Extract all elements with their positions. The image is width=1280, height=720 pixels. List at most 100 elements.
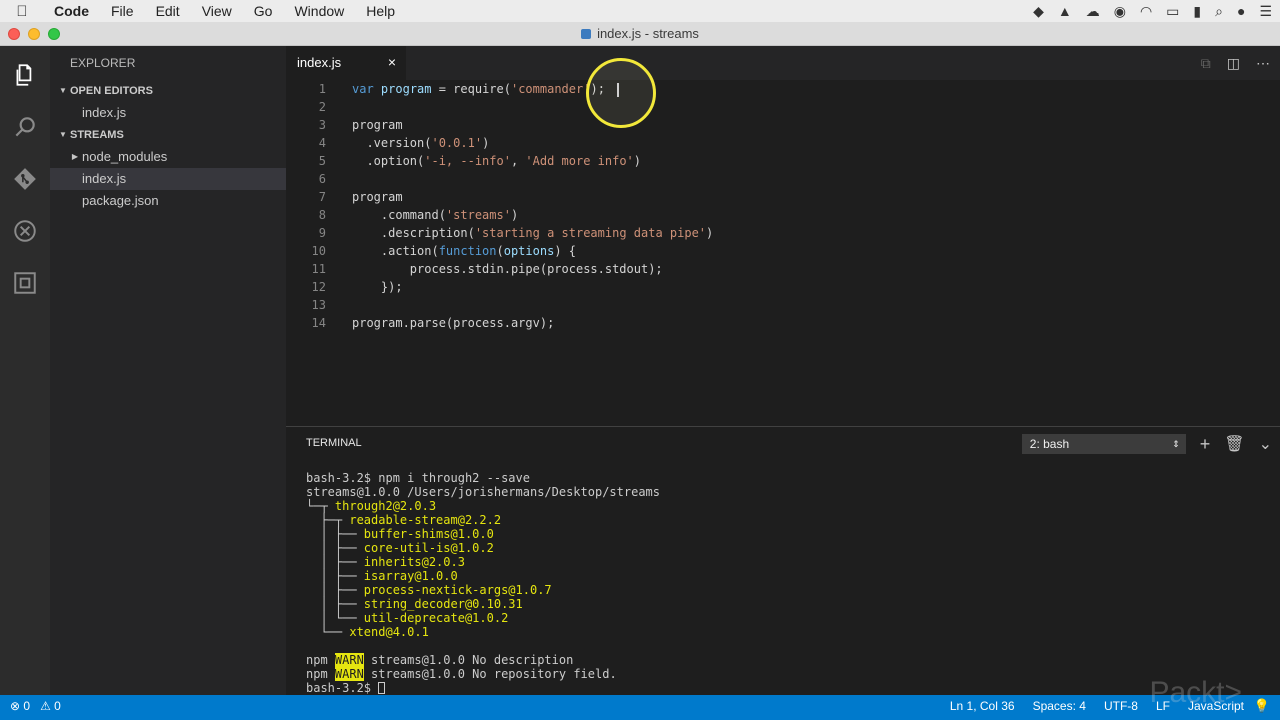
explorer-icon[interactable]: [0, 52, 50, 98]
panel-title[interactable]: TERMINAL: [306, 437, 362, 449]
spotlight-icon[interactable]: ⌕: [1215, 3, 1223, 20]
code-line[interactable]: 12 });: [286, 278, 1280, 296]
code-token: ): [482, 136, 490, 150]
window-title-bar: index.js - streams: [0, 22, 1280, 46]
terminal-text: ├─┬: [306, 513, 350, 527]
code-token: .version(: [352, 136, 432, 150]
editor-tab-bar: index.js × ⧉ ◫ ⋯: [286, 46, 1280, 80]
code-line[interactable]: 14 program.parse(process.argv);: [286, 314, 1280, 332]
code-line[interactable]: 7 program: [286, 188, 1280, 206]
terminal-text: bash-3.2$ npm i through2 --save: [306, 471, 530, 485]
terminal-output[interactable]: bash-3.2$ npm i through2 --save streams@1…: [306, 471, 660, 695]
user-avatar-icon[interactable]: ●: [1237, 3, 1245, 19]
terminal-text: buffer-shims@1.0.0: [363, 527, 494, 541]
code-line[interactable]: 10 .action(function(options) {: [286, 242, 1280, 260]
terminal-line: │ ├── buffer-shims@1.0.0: [306, 527, 660, 541]
battery-icon[interactable]: ▮: [1193, 3, 1201, 20]
cloud-icon[interactable]: ☁: [1086, 3, 1100, 20]
terminal-text: process-nextick-args@1.0.7: [363, 583, 552, 597]
terminal-text: readable-stream@2.2.2: [349, 513, 502, 527]
line-number: 2: [318, 100, 326, 114]
code-editor[interactable]: 1 var program = require('commander'); 2 3 pr…: [286, 58, 1280, 426]
menu-go[interactable]: Go: [243, 0, 284, 22]
code-text: .option('-i, --info', 'Add more info'): [352, 152, 641, 170]
new-terminal-icon[interactable]: +: [1200, 434, 1211, 455]
extensions-icon[interactable]: [0, 260, 50, 306]
menu-help[interactable]: Help: [355, 0, 406, 22]
warnings-count[interactable]: ⚠ 0: [40, 695, 61, 717]
code-line[interactable]: 4 .version('0.0.1'): [286, 134, 1280, 152]
code-token: .action(: [352, 244, 439, 258]
more-actions-icon[interactable]: ⋯: [1256, 55, 1270, 72]
code-token: 'streams': [445, 208, 511, 222]
code-line[interactable]: 2: [286, 98, 1280, 116]
indentation[interactable]: Spaces: 4: [1033, 695, 1086, 717]
dropbox-icon[interactable]: ◆: [1033, 3, 1044, 20]
split-editor-icon[interactable]: ◫: [1227, 55, 1240, 72]
status-bar: ⊗ 0 ⚠ 0 Ln 1, Col 36 Spaces: 4 UTF-8 LF …: [0, 695, 1280, 720]
menu-file[interactable]: File: [100, 0, 145, 22]
lightbulb-icon[interactable]: 💡: [1254, 695, 1270, 717]
terminal-text: └─┬: [306, 499, 335, 513]
apple-icon[interactable]: : [0, 3, 44, 20]
tree-item-node-modules[interactable]: ▶ node_modules: [50, 146, 286, 168]
trash-icon[interactable]: 🗑: [1224, 434, 1244, 454]
code-line[interactable]: 13: [286, 296, 1280, 314]
menu-edit[interactable]: Edit: [145, 0, 191, 22]
close-icon[interactable]: ×: [388, 46, 396, 79]
code-line[interactable]: 3 program: [286, 116, 1280, 134]
tree-item-index-js[interactable]: index.js: [50, 168, 286, 190]
code-line[interactable]: 5 .option('-i, --info', 'Add more info'): [286, 152, 1280, 170]
folder-section[interactable]: ▼ STREAMS: [50, 124, 286, 146]
line-number: 12: [311, 280, 326, 294]
alert-icon[interactable]: ▲: [1058, 3, 1072, 19]
code-text: .version('0.0.1'): [352, 134, 489, 152]
source-control-icon[interactable]: [0, 156, 50, 202]
code-token: options: [503, 244, 555, 258]
code-line[interactable]: 6: [286, 170, 1280, 188]
code-token: .description(: [352, 226, 475, 240]
open-editors-section[interactable]: ▼ OPEN EDITORS: [50, 80, 286, 102]
menu-window[interactable]: Window: [283, 0, 355, 22]
record-icon[interactable]: ◉: [1114, 3, 1126, 20]
line-number: 9: [318, 226, 326, 240]
warn-badge: WARN: [334, 653, 364, 667]
code-line[interactable]: 11 process.stdin.pipe(process.stdout);: [286, 260, 1280, 278]
tree-item-package-json[interactable]: package.json: [50, 190, 286, 212]
tab-index-js[interactable]: index.js ×: [286, 46, 406, 80]
code-token: });: [352, 280, 403, 294]
terminal-text: streams@1.0.0 /Users/jorishermans/Deskto…: [306, 485, 661, 499]
code-text: program.parse(process.argv);: [352, 314, 554, 332]
code-token: process.stdin.pipe(process.stdout);: [352, 262, 663, 276]
open-changes-icon[interactable]: ⧉: [1201, 55, 1211, 72]
code-line[interactable]: 1 var program = require('commander');: [286, 80, 1280, 98]
errors-count[interactable]: ⊗ 0: [10, 695, 30, 717]
line-number: 10: [311, 244, 326, 258]
terminal-text: │ ├──: [306, 569, 364, 583]
terminal-panel: TERMINAL 2: bash ⇕ + 🗑 ⌄ bash-3.2$ npm i …: [286, 426, 1280, 695]
code-line[interactable]: 9 .description('starting a streaming dat…: [286, 224, 1280, 242]
notification-center-icon[interactable]: ☰: [1259, 3, 1272, 20]
airplay-icon[interactable]: ▭: [1166, 3, 1179, 20]
code-token: program: [352, 118, 403, 132]
code-token: ): [706, 226, 714, 240]
menu-view[interactable]: View: [191, 0, 243, 22]
open-editor-item[interactable]: index.js: [50, 102, 286, 124]
terminal-line: bash-3.2$: [306, 681, 660, 695]
terminal-text: streams@1.0.0 No repository field.: [363, 667, 617, 681]
code-text: .command('streams'): [352, 206, 518, 224]
terminal-selector[interactable]: 2: bash ⇕: [1021, 434, 1186, 454]
search-icon[interactable]: [0, 104, 50, 150]
cursor-position[interactable]: Ln 1, Col 36: [950, 695, 1015, 717]
debug-icon[interactable]: [0, 208, 50, 254]
terminal-line: streams@1.0.0 /Users/jorishermans/Deskto…: [306, 485, 660, 499]
wifi-icon[interactable]: ◠: [1140, 3, 1152, 20]
code-line[interactable]: 8 .command('streams'): [286, 206, 1280, 224]
tree-item-label: node_modules: [82, 149, 168, 164]
menu-app[interactable]: Code: [44, 0, 100, 22]
encoding[interactable]: UTF-8: [1104, 695, 1138, 717]
chevron-right-icon: ▶: [71, 152, 79, 161]
chevron-down-icon[interactable]: ⌄: [1259, 434, 1272, 454]
terminal-text: streams@1.0.0 No description: [363, 653, 574, 667]
